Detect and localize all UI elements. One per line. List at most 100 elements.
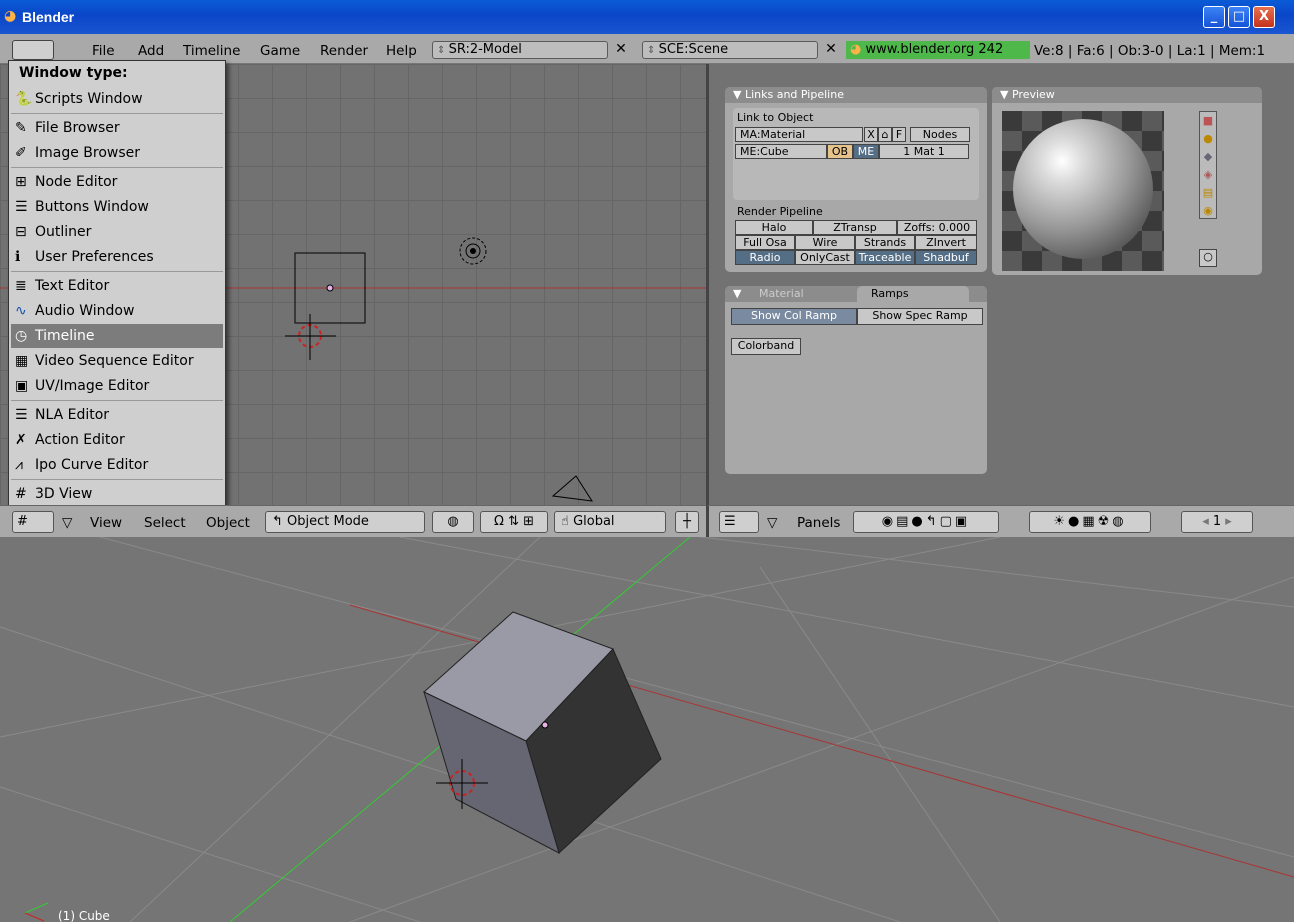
halo-button[interactable]: Halo — [735, 220, 813, 235]
cube-preview-icon[interactable]: ◆ — [1200, 148, 1216, 166]
menu-item-text-editor[interactable]: ≣ Text Editor — [11, 274, 223, 298]
fake-user-icon[interactable]: ⌂ — [878, 127, 892, 142]
radio-button[interactable]: Radio — [735, 250, 795, 265]
fake-user-button[interactable]: F — [892, 127, 906, 142]
menu-view[interactable]: View — [90, 515, 122, 531]
menu-item-label: NLA Editor — [35, 407, 110, 423]
menu-item-scripts-window[interactable]: 🐍 Scripts Window — [11, 87, 223, 111]
screen-selector[interactable]: ⇕ SR:2-Model — [432, 41, 608, 59]
show-col-ramp-button[interactable]: Show Col Ramp — [731, 308, 857, 325]
video-sequence-icon: ▦ — [15, 353, 29, 369]
window-type-button[interactable]: # — [12, 511, 54, 533]
window-type-button[interactable]: ☰ — [719, 511, 759, 533]
menu-item-ipo-curve-editor[interactable]: ⩘ Ipo Curve Editor — [11, 453, 223, 477]
blender-logo-icon: ◕ — [4, 8, 17, 24]
strands-button[interactable]: Strands — [855, 235, 915, 250]
panel-title: Preview — [1011, 88, 1055, 101]
panel-title: Links and Pipeline — [744, 88, 844, 101]
onlycast-button[interactable]: OnlyCast — [795, 250, 855, 265]
window-type-button[interactable] — [12, 40, 54, 60]
nodes-button[interactable]: Nodes — [910, 127, 970, 142]
me-button[interactable]: ME — [853, 144, 879, 159]
mesh-field[interactable]: ME:Cube — [735, 144, 827, 159]
collapse-arrow-icon[interactable]: ▽ — [767, 515, 777, 531]
material-preview — [1002, 111, 1164, 271]
menu-game[interactable]: Game — [260, 43, 300, 59]
panel-header[interactable]: ▼ Links and Pipeline — [725, 87, 987, 103]
material-index-field[interactable]: 1 Mat 1 — [879, 144, 969, 159]
material-field[interactable]: MA:Material — [735, 127, 863, 142]
orientation-selector[interactable]: ☝ Global — [554, 511, 666, 533]
hair-preview-icon[interactable]: ▤ — [1200, 184, 1216, 202]
delete-screen-button[interactable]: ✕ — [610, 41, 632, 59]
unlink-material-button[interactable]: X — [864, 127, 878, 142]
panels-menu[interactable]: Panels — [797, 515, 840, 531]
menu-item-audio-window[interactable]: ∿ Audio Window — [11, 299, 223, 323]
minimize-button[interactable]: _ — [1203, 6, 1225, 28]
menu-help[interactable]: Help — [386, 43, 417, 59]
menu-item-file-browser[interactable]: ✎ File Browser — [11, 116, 223, 140]
menu-select[interactable]: Select — [144, 515, 186, 531]
subcontext-buttons[interactable]: ☀●▦☢◍ — [1029, 511, 1151, 533]
close-button[interactable]: X — [1253, 6, 1275, 28]
tab-material[interactable]: Material — [745, 286, 855, 302]
wire-button[interactable]: Wire — [795, 235, 855, 250]
menu-item-node-editor[interactable]: ⊞ Node Editor — [11, 170, 223, 194]
mode-selector[interactable]: ↰ Object Mode — [265, 511, 425, 533]
menu-item-image-browser[interactable]: ✐ Image Browser — [11, 141, 223, 165]
nla-editor-icon: ☰ — [15, 407, 28, 423]
collapse-arrow-icon: ▼ — [1000, 88, 1012, 101]
3d-view-icon: # — [15, 486, 27, 502]
shadbuf-button[interactable]: Shadbuf — [915, 250, 977, 265]
flat-preview-icon[interactable]: ■ — [1200, 112, 1216, 130]
menu-add[interactable]: Add — [138, 43, 164, 59]
draw-type-selector[interactable]: ◍ — [432, 511, 474, 533]
zoffs-field[interactable]: Zoffs: 0.000 — [897, 220, 977, 235]
monkey-preview-icon[interactable]: ◈ — [1200, 166, 1216, 184]
material-field-text: MA:Material — [740, 128, 806, 141]
pivot-selector[interactable]: Ω ⇅ ⊞ — [480, 511, 548, 533]
ztransp-button[interactable]: ZTransp — [813, 220, 897, 235]
menu-render[interactable]: Render — [320, 43, 368, 59]
3d-view-header: # ▽ View Select Object ↰ Object Mode ◍ Ω… — [0, 505, 706, 537]
preview-refresh-button[interactable]: ○ — [1199, 249, 1217, 267]
menu-item-action-editor[interactable]: ✗ Action Editor — [11, 428, 223, 452]
traceable-button[interactable]: Traceable — [855, 250, 915, 265]
context-buttons[interactable]: ◉▤●↰▢▣ — [853, 511, 999, 533]
world-preview-icon[interactable]: ◉ — [1200, 202, 1216, 220]
tab-ramps-label: Ramps — [871, 287, 909, 300]
menu-file[interactable]: File — [92, 43, 115, 59]
bottom-3d-view[interactable]: (1) Cube — [0, 537, 1294, 922]
frame-value: 1 — [1212, 514, 1222, 529]
zinvert-button[interactable]: ZInvert — [915, 235, 977, 250]
menu-item-video-sequence-editor[interactable]: ▦ Video Sequence Editor — [11, 349, 223, 373]
tab-ramps[interactable]: Ramps — [857, 286, 969, 302]
scene-selector[interactable]: ⇕ SCE:Scene — [642, 41, 818, 59]
menu-item-timeline[interactable]: ◷ Timeline — [11, 324, 223, 348]
menu-item-user-preferences[interactable]: ℹ User Preferences — [11, 245, 223, 269]
menu-item-outliner[interactable]: ⊟ Outliner — [11, 220, 223, 244]
panel-header[interactable]: ▼ Preview — [992, 87, 1262, 103]
render-pipeline-label: Render Pipeline — [737, 205, 823, 218]
layers-button[interactable]: ┼ — [675, 511, 699, 533]
buttons-window: ▼ Links and Pipeline Link to Object MA:M… — [706, 64, 1294, 505]
menu-timeline[interactable]: Timeline — [183, 43, 240, 59]
frame-field[interactable]: ◂ 1 ▸ — [1181, 511, 1253, 533]
blender-link[interactable]: ◕ www.blender.org 242 — [846, 41, 1030, 59]
node-editor-icon: ⊞ — [15, 174, 27, 190]
menu-object[interactable]: Object — [206, 515, 250, 531]
ob-button[interactable]: OB — [827, 144, 853, 159]
buttons-header: ☰ ▽ Panels ◉▤●↰▢▣ ☀●▦☢◍ ◂ 1 ▸ — [706, 505, 1294, 537]
3d-view-icon: # — [17, 514, 28, 529]
full-osa-button[interactable]: Full Osa — [735, 235, 795, 250]
menu-item-nla-editor[interactable]: ☰ NLA Editor — [11, 403, 223, 427]
show-spec-ramp-button[interactable]: Show Spec Ramp — [857, 308, 983, 325]
collapse-arrow-icon[interactable]: ▽ — [62, 515, 72, 531]
sphere-preview-icon[interactable]: ● — [1200, 130, 1216, 148]
menu-item-buttons-window[interactable]: ☰ Buttons Window — [11, 195, 223, 219]
maximize-button[interactable]: □ — [1228, 6, 1250, 28]
colorband-button[interactable]: Colorband — [731, 338, 801, 355]
menu-item-3d-view[interactable]: #3D View — [11, 482, 223, 506]
menu-item-uv-image-editor[interactable]: ▣ UV/Image Editor — [11, 374, 223, 398]
delete-scene-button[interactable]: ✕ — [820, 41, 842, 59]
